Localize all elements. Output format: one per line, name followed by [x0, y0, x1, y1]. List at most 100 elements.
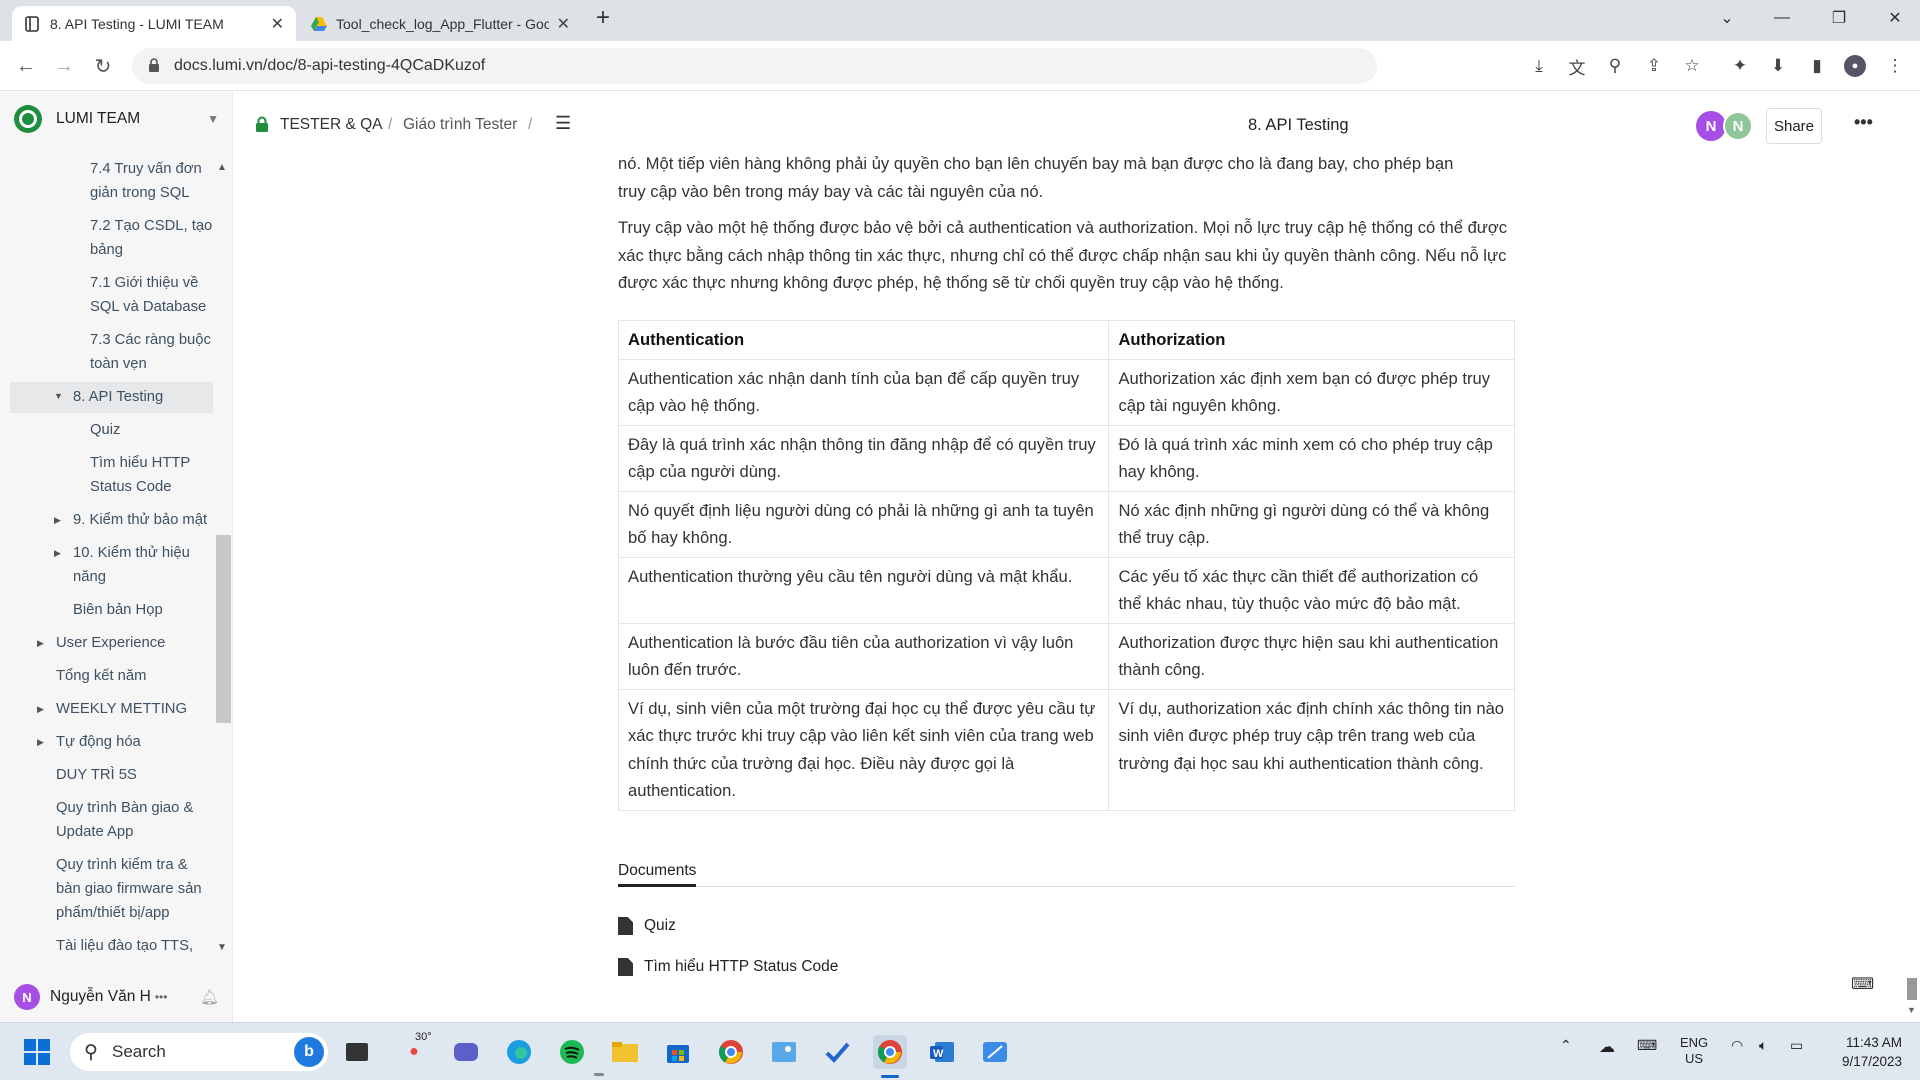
- download-icon[interactable]: ⬇: [1767, 55, 1789, 77]
- clock[interactable]: 11:43 AM 9/17/2023: [1828, 1033, 1902, 1071]
- tab-documents[interactable]: Documents: [618, 862, 1515, 887]
- sidebar-item-duy-tri-5s[interactable]: DUY TRÌ 5S: [56, 763, 137, 787]
- sidebar-item-quy-trinh-ban-giao[interactable]: Quy trình Bàn giao &: [56, 796, 193, 820]
- profile-avatar[interactable]: ●: [1844, 55, 1866, 77]
- avatar: N: [14, 984, 40, 1010]
- sidebar-item-kiem-thu-bao-mat[interactable]: ▶ 9. Kiểm thử bảo mật: [54, 508, 207, 532]
- keyboard-icon[interactable]: ⌨: [1851, 974, 1874, 994]
- install-icon[interactable]: ⤓: [1528, 55, 1550, 77]
- onedrive-icon[interactable]: ☁: [1599, 1037, 1615, 1057]
- sidebar-item-kiem-thu-hieu-nang[interactable]: ▶ 10. Kiểm thử hiệu: [54, 541, 190, 565]
- share-button[interactable]: Share: [1766, 108, 1822, 144]
- sidebar-item-weekly-metting[interactable]: ▶ WEEKLY METTING: [37, 697, 187, 721]
- bing-icon[interactable]: b: [294, 1037, 324, 1067]
- sidebar-item-tong-ket-nam[interactable]: Tổng kết năm: [56, 664, 146, 688]
- sidebar-item-tu-dong-hoa[interactable]: ▶ Tự động hóa: [37, 730, 141, 754]
- sidebar-item-7-2[interactable]: 7.2 Tạo CSDL, tạo: [90, 214, 212, 238]
- avatar[interactable]: N: [1723, 111, 1753, 141]
- chrome-icon[interactable]: [714, 1035, 748, 1069]
- task-view-icon[interactable]: [340, 1035, 374, 1069]
- more-options-icon[interactable]: •••: [1854, 112, 1873, 133]
- sidebar-item-7-3[interactable]: 7.3 Các ràng buộc: [90, 328, 211, 352]
- forward-button[interactable]: →: [52, 54, 76, 78]
- breadcrumb-collection[interactable]: TESTER & QA: [280, 116, 383, 134]
- workspace-switcher[interactable]: LUMI TEAM ▼: [14, 104, 219, 134]
- sidebar-item-quy-trinh-kiem-tra-cont[interactable]: bàn giao firmware sản: [56, 877, 202, 901]
- snipping-tool-icon[interactable]: [978, 1035, 1012, 1069]
- sidebar-item-7-4[interactable]: 7.4 Truy vấn đơn: [90, 158, 202, 181]
- menu-icon[interactable]: ⋮: [1884, 55, 1906, 77]
- keyboard-icon[interactable]: ⌨: [1637, 1037, 1657, 1054]
- sidebar-item-quy-trinh-kiem-tra[interactable]: Quy trình kiểm tra &: [56, 853, 188, 877]
- scroll-down-arrow[interactable]: ▼: [1907, 1005, 1916, 1015]
- star-icon[interactable]: ☆: [1681, 55, 1703, 77]
- chevron-down-icon[interactable]: ⌄: [1702, 0, 1752, 36]
- table-cell: Ví dụ, sinh viên của một trường đại học …: [617, 688, 1110, 811]
- user-menu[interactable]: N Nguyễn Văn H ••• 🔔︎: [14, 982, 219, 1012]
- weather-widget[interactable]: ● 30°: [397, 1031, 431, 1069]
- reload-button[interactable]: ↻: [91, 54, 115, 78]
- breadcrumb-separator: /: [388, 116, 393, 133]
- page-scrollbar-thumb[interactable]: [1907, 978, 1917, 1000]
- table-row: Authentication thường yêu cầu tên người …: [617, 556, 1515, 624]
- sidebar-item-kiem-thu-hieu-nang-cont[interactable]: năng: [73, 565, 106, 589]
- new-tab-button[interactable]: +: [596, 4, 610, 32]
- tab-api-testing[interactable]: 8. API Testing - LUMI TEAM ✕: [12, 6, 296, 41]
- document-link-http-status[interactable]: Tìm hiểu HTTP Status Code: [618, 958, 838, 976]
- sidebar-item-quiz[interactable]: Quiz: [90, 418, 120, 442]
- scroll-up-arrow[interactable]: ▲: [217, 162, 227, 173]
- chrome-profile-icon[interactable]: [873, 1035, 907, 1069]
- page-scrollbar[interactable]: ▼: [1903, 92, 1920, 1022]
- taskbar-search[interactable]: ⚲ Search b: [70, 1033, 328, 1071]
- zoom-icon[interactable]: ⚲: [1604, 55, 1626, 77]
- spotify-icon[interactable]: [555, 1035, 589, 1069]
- avatar[interactable]: N: [1696, 111, 1726, 141]
- microsoft-store-icon[interactable]: [661, 1035, 695, 1069]
- scroll-down-arrow[interactable]: ▼: [217, 942, 227, 953]
- close-window-button[interactable]: ✕: [1870, 0, 1920, 36]
- translate-icon[interactable]: 文: [1566, 55, 1588, 78]
- sidebar-item-http-status-cont[interactable]: Status Code: [90, 475, 171, 499]
- volume-icon[interactable]: 🔈︎: [1759, 1037, 1767, 1054]
- minimize-button[interactable]: —: [1757, 0, 1807, 36]
- close-icon[interactable]: ✕: [557, 14, 570, 34]
- close-icon[interactable]: ✕: [271, 14, 284, 34]
- sidebar-item-7-2-cont[interactable]: bảng: [90, 238, 123, 262]
- battery-icon[interactable]: ▭: [1790, 1037, 1803, 1054]
- sidebar-scrollbar-thumb[interactable]: [216, 535, 231, 723]
- table-of-contents-icon[interactable]: ☰: [555, 113, 571, 134]
- side-panel-icon[interactable]: ▮: [1806, 55, 1828, 77]
- sidebar-item-tai-lieu-dao-tao[interactable]: Tài liệu đào tạo TTS,: [56, 934, 193, 958]
- teams-chat-icon[interactable]: [449, 1035, 483, 1069]
- sidebar-item-7-3-cont[interactable]: toàn vẹn: [90, 352, 147, 376]
- sidebar-item-7-1-cont[interactable]: SQL và Database: [90, 295, 206, 319]
- caret-right-icon: ▶: [37, 737, 44, 747]
- back-button[interactable]: ←: [14, 54, 38, 78]
- sidebar-item-7-1[interactable]: 7.1 Giới thiệu về: [90, 271, 198, 295]
- edge-icon[interactable]: [502, 1035, 536, 1069]
- extensions-icon[interactable]: ✦: [1729, 55, 1751, 77]
- bell-icon[interactable]: 🔔︎: [200, 988, 219, 1006]
- photos-icon[interactable]: [767, 1035, 801, 1069]
- sidebar-item-user-experience[interactable]: ▶ User Experience: [37, 631, 165, 655]
- sidebar-item-quy-trinh-ban-giao-cont[interactable]: Update App: [56, 820, 133, 844]
- address-bar[interactable]: docs.lumi.vn/doc/8-api-testing-4QCaDKuzo…: [132, 48, 1377, 84]
- word-icon[interactable]: W: [925, 1035, 959, 1069]
- windows-start-icon[interactable]: [20, 1035, 54, 1069]
- more-icon[interactable]: •••: [155, 990, 168, 1004]
- document-link-quiz[interactable]: Quiz: [618, 917, 676, 935]
- breadcrumb-parent[interactable]: Giáo trình Tester: [403, 116, 517, 134]
- chevron-up-icon[interactable]: ⌃: [1560, 1037, 1572, 1054]
- sidebar-item-7-4-cont[interactable]: giản trong SQL: [90, 181, 190, 205]
- sidebar-item-bien-ban-hop[interactable]: Biên bản Họp: [73, 598, 163, 622]
- sidebar-item-api-testing[interactable]: ▼ 8. API Testing: [10, 382, 213, 413]
- maximize-button[interactable]: ❐: [1814, 0, 1864, 36]
- language-indicator[interactable]: ENG US: [1680, 1035, 1708, 1067]
- tab-google-drive[interactable]: Tool_check_log_App_Flutter - Goo ✕: [298, 6, 582, 41]
- sidebar-item-http-status[interactable]: Tìm hiểu HTTP: [90, 451, 190, 475]
- wifi-icon[interactable]: ◠: [1731, 1037, 1743, 1054]
- sidebar-item-quy-trinh-kiem-tra-cont2[interactable]: phẩm/thiết bị/app: [56, 901, 170, 925]
- file-explorer-icon[interactable]: [608, 1035, 642, 1069]
- share-page-icon[interactable]: ⇪: [1643, 55, 1665, 77]
- todo-icon[interactable]: [820, 1035, 854, 1069]
